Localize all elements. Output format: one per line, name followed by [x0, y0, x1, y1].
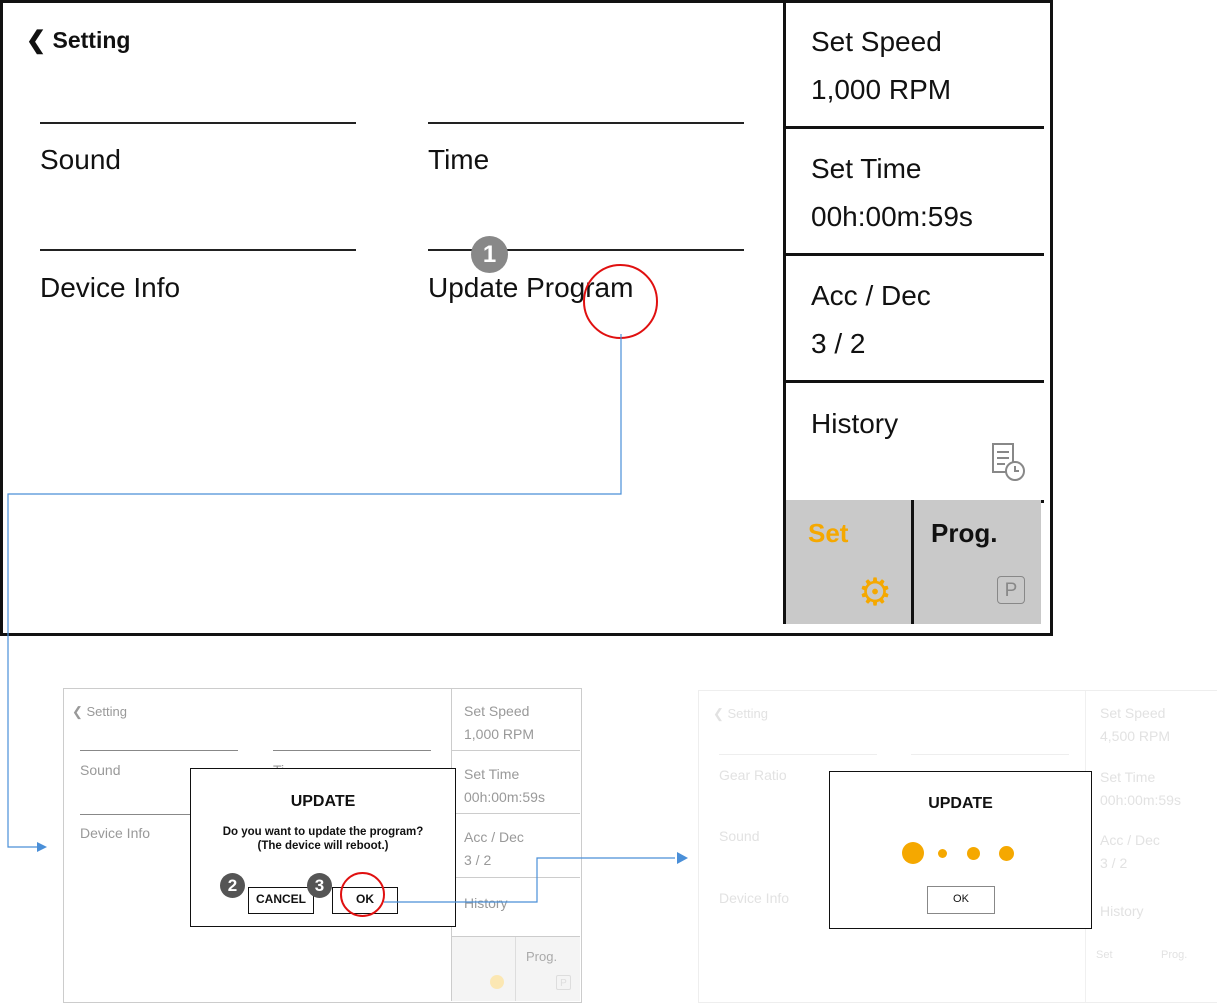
step-3-badge: 3	[307, 873, 332, 898]
history-log-icon	[992, 443, 1025, 481]
history-button[interactable]: History	[451, 878, 580, 937]
update-confirm-dialog: UPDATE Do you want to update the program…	[190, 768, 456, 927]
bottom-tabs: Prog. P	[451, 937, 580, 1001]
acc-dec-value: 3 / 2	[1100, 855, 1128, 871]
set-speed-button[interactable]: Set Speed 1,000 RPM	[783, 0, 1044, 129]
progress-dot	[967, 847, 980, 860]
acc-dec-button[interactable]: Acc / Dec 3 / 2	[451, 814, 580, 878]
bottom-tabs: Set ⚙ Prog. P	[783, 500, 1041, 624]
menu-item-time[interactable]: Time	[428, 144, 489, 176]
update-confirm-screen: ❮ Setting Sound Ti Device Info Set Speed…	[63, 688, 582, 1003]
settings-screen: ❮ Setting Sound Time Device Info Update …	[0, 0, 1053, 636]
tab-set[interactable]: Set ⚙	[786, 500, 914, 624]
step-2-badge: 2	[220, 873, 245, 898]
menu-item-sound[interactable]: Sound	[80, 762, 120, 778]
history-button[interactable]: History	[783, 380, 1044, 503]
update-progress-screen: ❮ Setting Gear Ratio Sound Device Info S…	[698, 690, 1217, 1003]
ok-button[interactable]: OK	[927, 886, 995, 914]
highlight-circle	[340, 872, 385, 917]
divider	[719, 754, 877, 755]
dialog-title: UPDATE	[928, 795, 993, 812]
highlight-circle	[583, 264, 658, 339]
arrowhead-icon	[37, 842, 47, 852]
dialog-title: UPDATE	[290, 793, 356, 810]
menu-item-sound[interactable]: Sound	[40, 144, 121, 176]
tab-prog[interactable]: Prog.	[526, 949, 557, 964]
back-button[interactable]: ❮ Setting	[26, 26, 130, 55]
chevron-left-icon: ❮	[26, 27, 47, 54]
progress-dot	[902, 842, 924, 864]
set-time-label: Set Time	[1100, 769, 1156, 785]
divider	[273, 750, 431, 751]
menu-item-device-info[interactable]: Device Info	[719, 890, 789, 906]
history-label: History	[1100, 903, 1144, 919]
progress-dot	[999, 846, 1014, 861]
back-button[interactable]: ❮ Setting	[713, 706, 768, 722]
set-time-button[interactable]: Set Time 00h:00m:59s	[451, 751, 580, 814]
divider	[40, 122, 356, 124]
set-speed-button[interactable]: Set Speed 1,000 RPM	[451, 689, 580, 751]
set-speed-label: Set Speed	[1100, 705, 1166, 721]
back-button[interactable]: ❮ Setting	[72, 704, 127, 720]
update-progress-dialog: UPDATE OK	[829, 771, 1092, 929]
menu-item-device-info[interactable]: Device Info	[40, 272, 180, 304]
set-speed-value: 4,500 RPM	[1100, 728, 1171, 744]
step-1-badge: 1	[471, 236, 508, 273]
side-panel: Set Speed 4,500 RPM Set Time 00h:00m:59s…	[1085, 691, 1217, 1002]
tab-prog[interactable]: Prog.	[1161, 949, 1187, 961]
divider	[40, 249, 356, 251]
tab-prog[interactable]: Prog. P	[917, 500, 1044, 624]
acc-dec-label: Acc / Dec	[1100, 832, 1160, 848]
cancel-button[interactable]: CANCEL	[248, 887, 314, 914]
dialog-message-line1: Do you want to update the program?	[222, 826, 424, 838]
dialog-message-line2: (The device will reboot.)	[257, 840, 389, 852]
gear-icon: ⚙	[858, 572, 893, 614]
gear-icon	[490, 975, 504, 989]
arrowhead-icon	[677, 852, 688, 864]
divider	[80, 750, 238, 751]
tab-set[interactable]	[452, 937, 516, 1001]
divider	[911, 754, 1069, 755]
tab-set[interactable]: Set	[1096, 949, 1113, 961]
menu-item-device-info[interactable]: Device Info	[80, 825, 150, 841]
menu-item-gear-ratio[interactable]: Gear Ratio	[719, 767, 787, 783]
program-icon: P	[997, 576, 1025, 604]
acc-dec-button[interactable]: Acc / Dec 3 / 2	[783, 253, 1044, 383]
progress-dot	[938, 849, 947, 858]
set-time-value: 00h:00m:59s	[1100, 792, 1181, 808]
program-icon: P	[556, 975, 571, 990]
divider	[428, 122, 744, 124]
set-time-button[interactable]: Set Time 00h:00m:59s	[783, 126, 1044, 256]
menu-item-sound[interactable]: Sound	[719, 828, 759, 844]
